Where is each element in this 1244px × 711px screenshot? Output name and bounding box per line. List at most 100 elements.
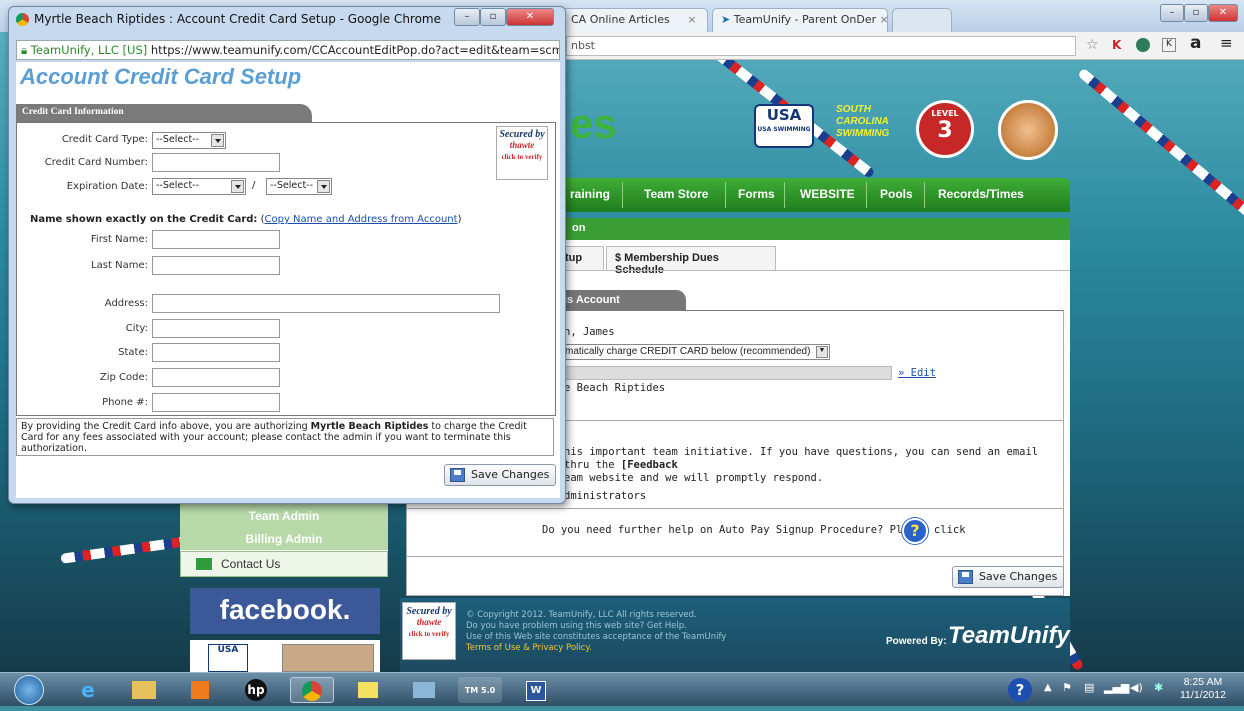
nav-website[interactable]: WEBSITE [800, 187, 855, 201]
tray-clock[interactable]: 8:25 AM 11/1/2012 [1180, 676, 1226, 702]
extension-icon[interactable]: K [1112, 38, 1121, 52]
media-player-icon[interactable] [178, 677, 222, 703]
first-name-field[interactable] [152, 230, 280, 249]
hp-icon[interactable]: hp [234, 677, 278, 703]
sidebar-billing-admin[interactable]: Billing Admin [180, 527, 388, 551]
tray-app-icon[interactable]: ✱ [1154, 681, 1163, 694]
tray-expand-icon[interactable]: ▲ [1044, 682, 1052, 693]
sidebar-sponsor-area: USA [190, 640, 380, 672]
chevron-down-icon [211, 134, 224, 147]
zip-label: Zip Code: [99, 372, 148, 383]
last-name-field[interactable] [152, 256, 280, 275]
chrome-icon [16, 13, 29, 26]
signal-icon[interactable]: ▂▄▆ [1104, 681, 1129, 694]
amazon-icon[interactable]: a [1190, 33, 1201, 53]
teamunify-logo[interactable]: TeamUnify [948, 622, 1070, 650]
footer-copyright: © Copyright 2012. TeamUnify, LLC All rig… [466, 610, 727, 653]
zip-field[interactable] [152, 368, 280, 387]
popup-maximize-icon[interactable]: ▫ [480, 8, 506, 26]
last-name-label: Last Name: [91, 260, 148, 271]
tab-membership-dues[interactable]: $ Membership Dues Schedule [606, 246, 776, 276]
popup-content: Account Credit Card Setup Credit Card In… [16, 62, 560, 498]
outer-address-bar[interactable]: nbst [566, 36, 1076, 56]
first-name-label: First Name: [90, 234, 148, 245]
facebook-badge[interactable]: facebook. [190, 588, 380, 634]
tm-app-icon[interactable]: TM 5.0 [458, 677, 502, 703]
authorization-text: By providing the Credit Card info above,… [16, 418, 554, 456]
nav-records-times[interactable]: Records/Times [938, 187, 1024, 201]
popup-address-bar[interactable]: 🔒︎ TeamUnify, LLC [US] https://www.teamu… [16, 40, 560, 60]
volume-icon[interactable]: ◀) [1130, 681, 1143, 694]
minimize-icon[interactable]: – [1160, 4, 1184, 22]
save-icon [450, 468, 465, 482]
profile-photo [282, 644, 374, 672]
word-icon[interactable]: W [514, 677, 558, 703]
extension-k-icon[interactable]: K [1162, 38, 1176, 52]
state-field[interactable] [152, 343, 280, 362]
chevron-down-icon [231, 180, 244, 193]
outer-tab-articles[interactable]: CA Online Articles × [562, 8, 708, 32]
close-window-icon[interactable]: ✕ [1208, 4, 1238, 22]
close-icon[interactable]: × [687, 13, 696, 26]
outer-tab-teamunify[interactable]: ➤ TeamUnify - Parent OnDer × [712, 8, 888, 32]
sidebar-contact-us[interactable]: Contact Us [180, 551, 388, 577]
sidebar-team-admin[interactable]: Team Admin [180, 504, 388, 528]
exp-month-select[interactable]: --Select-- [152, 178, 246, 195]
explorer-icon[interactable] [122, 677, 166, 703]
ssl-org-label: TeamUnify, LLC [US] [30, 43, 148, 57]
flag-icon[interactable]: ⚑ [1062, 681, 1072, 694]
nav-pools[interactable]: Pools [880, 187, 913, 201]
address-field[interactable] [152, 294, 500, 313]
copy-address-link[interactable]: Copy Name and Address from Account [265, 214, 458, 225]
close-icon[interactable]: × [880, 13, 887, 26]
exp-year-select[interactable]: --Select-- [266, 178, 332, 195]
thawte-seal-footer[interactable]: Secured by thawte click to verify [402, 602, 456, 660]
sc-swimming-label: SOUTH CAROLINA SWIMMING [836, 104, 890, 139]
help-tray-icon[interactable]: ? [1008, 678, 1032, 702]
thawte-seal[interactable]: Secured by thawte click to verify [496, 126, 548, 180]
popup-minimize-icon[interactable]: – [454, 8, 480, 26]
autopay-select[interactable]: matically charge CREDIT CARD below (reco… [562, 344, 830, 360]
cc-type-label: Credit Card Type: [61, 134, 148, 145]
state-label: State: [118, 347, 148, 358]
extension-globe-icon[interactable] [1136, 38, 1150, 52]
site-title: es [570, 100, 617, 147]
section-tab: Credit Card Information [16, 104, 312, 122]
network-icon[interactable]: ▤ [1084, 681, 1094, 694]
cc-number-label: Credit Card Number: [44, 157, 148, 168]
save-changes-button[interactable]: Save Changes [444, 464, 557, 486]
exp-separator: / [252, 180, 256, 191]
start-button[interactable] [14, 675, 44, 705]
picture-viewer-icon[interactable] [402, 677, 446, 703]
site-nav: raining Team Store Forms WEBSITE Pools R… [560, 178, 1070, 212]
address-text: nbst [571, 39, 595, 52]
nav-team-store[interactable]: Team Store [644, 187, 708, 201]
menu-icon[interactable]: ≡ [1220, 34, 1233, 52]
cc-number-field[interactable] [152, 153, 280, 172]
popup-title: Myrtle Beach Riptides : Account Credit C… [34, 12, 442, 26]
maximize-icon[interactable]: ▫ [1184, 4, 1208, 22]
team-name: e Beach Riptides [564, 382, 666, 394]
nav-forms[interactable]: Forms [738, 187, 775, 201]
initiative-text: his important team initiative. If you ha… [564, 446, 1039, 484]
new-tab-button[interactable] [892, 8, 952, 32]
account-bar: is Account [556, 290, 686, 310]
nav-training[interactable]: raining [570, 187, 610, 201]
edit-link[interactable]: » Edit [898, 367, 936, 379]
chrome-taskbar-icon[interactable] [290, 677, 334, 703]
chevron-down-icon: ▼ [816, 346, 828, 358]
windows-taskbar: e hp TM 5.0 W ? ▲ ⚑ ▤ ▂▄▆ ◀) ✱ 8:25 AM 11… [0, 672, 1244, 706]
phone-field[interactable] [152, 393, 280, 412]
popup-close-icon[interactable]: ✕ [506, 8, 554, 26]
save-changes-button-main[interactable]: Save Changes [952, 566, 1065, 588]
account-name: h, James [564, 326, 615, 338]
ie-icon[interactable]: e [66, 677, 110, 703]
cc-type-select[interactable]: --Select-- [152, 132, 226, 149]
tab-label: TeamUnify - Parent OnDer [733, 13, 877, 26]
envelope-icon [195, 557, 213, 571]
city-field[interactable] [152, 319, 280, 338]
card-display-field [562, 366, 892, 380]
sticky-notes-icon[interactable] [346, 677, 390, 703]
star-icon[interactable]: ☆ [1086, 37, 1099, 53]
help-icon[interactable]: ? [902, 518, 928, 544]
